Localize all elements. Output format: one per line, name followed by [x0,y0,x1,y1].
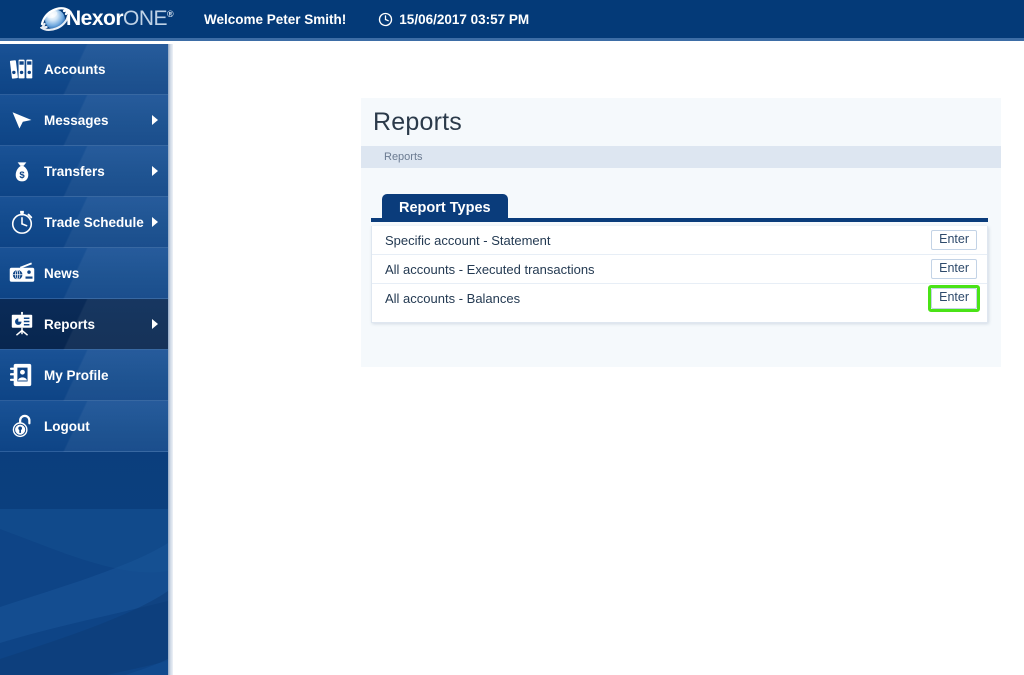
sidebar-item-messages[interactable]: Messages [0,95,168,146]
table-row: All accounts - Executed transactions Ent… [372,255,987,284]
content-area: Reports Reports Report Types Specific ac… [173,44,1024,675]
sidebar-label-news: News [44,265,80,281]
sidebar-item-news[interactable]: News [0,248,168,299]
report-types-table: Specific account - Statement Enter All a… [371,226,988,323]
sidebar-label-transfers: Transfers [44,163,105,179]
sidebar-label-accounts: Accounts [44,61,106,77]
sidebar-label-messages: Messages [44,112,109,128]
breadcrumb-bar: Reports [361,146,1001,168]
top-header-bar: NexorONE® Welcome Peter Smith! 15/06/201… [0,0,1024,41]
sidebar-decoration [0,509,168,675]
sidebar-item-my-profile[interactable]: My Profile [0,350,168,401]
enter-button-wrapper: Enter [928,227,980,254]
logo-wordmark: NexorONE® [66,6,174,31]
address-book-icon [0,362,44,388]
logo-text-secondary: ONE [123,6,168,30]
report-type-label: All accounts - Balances [385,291,521,306]
enter-button-specific-account-statement[interactable]: Enter [931,229,977,251]
sidebar-label-logout: Logout [44,418,90,434]
stopwatch-icon [0,209,44,235]
chevron-right-icon [152,166,158,176]
sidebar-item-accounts[interactable]: Accounts [0,44,168,95]
focus-highlight-ring: Enter [928,285,980,312]
reports-panel: Reports Reports Report Types Specific ac… [361,98,1001,367]
chevron-right-icon [152,319,158,329]
table-row: Specific account - Statement Enter [372,226,987,255]
logo-text-primary: Nexor [66,6,124,30]
sidebar-item-trade-schedule[interactable]: Trade Schedule [0,197,168,248]
enter-button-wrapper: Enter [928,256,980,283]
clock-icon [378,12,393,27]
sidebar-item-transfers[interactable]: $ Transfers [0,146,168,197]
tab-bar: Report Types [371,194,988,222]
chevron-right-icon [152,115,158,125]
svg-text:$: $ [19,170,25,181]
breadcrumb[interactable]: Reports [384,151,423,163]
application-window: NexorONE® Welcome Peter Smith! 15/06/201… [0,0,1024,675]
datetime-display: 15/06/2017 03:57 PM [378,12,529,27]
cursor-arrow-icon [0,108,44,132]
presentation-icon [0,311,44,337]
datetime-text: 15/06/2017 03:57 PM [399,11,530,27]
sidebar-label-reports: Reports [44,316,96,332]
enter-button-all-accounts-executed-transactions[interactable]: Enter [931,258,977,280]
chevron-right-icon [152,217,158,227]
tab-report-types[interactable]: Report Types [382,194,508,222]
sidebar-item-logout[interactable]: Logout [0,401,168,452]
welcome-message: Welcome Peter Smith! [204,11,347,27]
sidebar-navigation: Accounts Messages $ Transfers Trade Sche… [0,44,168,675]
tab-report-types-label: Report Types [399,200,491,216]
sidebar-item-reports[interactable]: Reports [0,299,168,350]
table-row: All accounts - Balances Enter [372,284,987,313]
money-bag-icon: $ [0,158,44,184]
sidebar-label-my-profile: My Profile [44,367,109,383]
open-padlock-icon [0,413,44,439]
report-type-label: Specific account - Statement [385,232,551,248]
registered-mark: ® [167,8,174,19]
binders-icon [0,57,44,81]
brand-logo[interactable]: NexorONE® [0,0,190,40]
enter-button-all-accounts-balances[interactable]: Enter [931,288,977,309]
report-type-label: All accounts - Executed transactions [385,261,595,277]
radio-icon [0,261,44,285]
sidebar-label-trade-schedule: Trade Schedule [44,214,144,230]
page-title: Reports [373,108,462,136]
